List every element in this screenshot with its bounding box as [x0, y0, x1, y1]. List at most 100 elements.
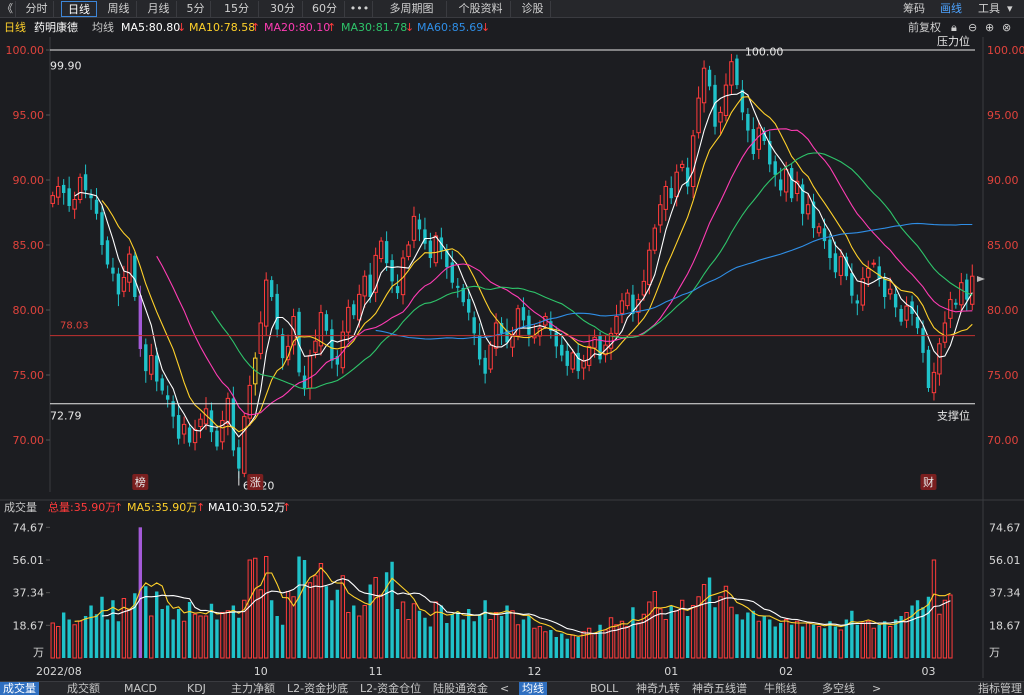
- candle-body: [307, 355, 313, 389]
- candle-body: [77, 176, 83, 200]
- candle-body: [61, 184, 66, 193]
- price-tick-right: 100.00: [987, 44, 1024, 57]
- candle-body: [554, 332, 558, 347]
- tab-kdj[interactable]: KDJ: [187, 682, 206, 695]
- price-tick-right: 80.00: [987, 304, 1019, 317]
- candle-body: [690, 135, 696, 188]
- volume-bar: [822, 628, 827, 658]
- candle-body: [362, 275, 367, 297]
- volume-bar: [701, 584, 707, 659]
- volume-ma5: MA5:35.90万: [127, 501, 198, 514]
- candle-body: [942, 322, 948, 343]
- volume-bar: [800, 626, 805, 658]
- volume-bar: [72, 624, 77, 659]
- volume-bar: [258, 589, 263, 659]
- volume-bar: [549, 630, 553, 658]
- volume-bar: [652, 591, 658, 659]
- volume-bar: [368, 584, 372, 658]
- nav-next-icon[interactable]: >: [872, 682, 881, 695]
- candle-body: [242, 416, 247, 474]
- volume-bar: [833, 626, 838, 658]
- candle-body: [127, 253, 132, 283]
- date-tick-label: 2022/08: [36, 665, 82, 678]
- candle-body: [679, 163, 685, 169]
- price-tick-right: 95.00: [987, 109, 1019, 122]
- volume-bar: [318, 563, 324, 659]
- candle-body: [324, 314, 329, 331]
- volume-bar: [346, 612, 351, 659]
- candle-body: [220, 420, 225, 443]
- nav-prev-icon[interactable]: <: [500, 682, 509, 695]
- tab-long-short[interactable]: 多空线: [822, 682, 855, 695]
- volume-bar: [67, 619, 71, 658]
- volume-title[interactable]: 成交量: [4, 500, 37, 516]
- candle-body: [570, 352, 575, 370]
- tab-ma[interactable]: 均线: [519, 682, 547, 695]
- reference-value-label: 78.03: [60, 321, 89, 332]
- volume-bar: [871, 627, 876, 659]
- candle-body: [56, 186, 61, 198]
- volume-ma5-arrow: ↑: [196, 501, 206, 514]
- volume-bar: [729, 606, 734, 659]
- candle-body: [89, 195, 93, 199]
- candle-body: [652, 227, 658, 251]
- tab-main-net[interactable]: 主力净额: [231, 682, 275, 695]
- tab-l2-bottom[interactable]: L2-资金抄底: [287, 682, 348, 695]
- candle-body: [258, 322, 263, 354]
- volume-bar: [340, 575, 346, 659]
- volume-bar: [105, 619, 110, 658]
- tab-l2-position[interactable]: L2-资金仓位: [360, 682, 421, 695]
- tab-bull-bear[interactable]: 牛熊线: [764, 682, 797, 695]
- candle-body: [428, 240, 433, 258]
- stock-chart[interactable]: 压力位支撑位99.9072.7978.03100.0067.20榜涨财 100.…: [0, 0, 1024, 695]
- candle-body: [773, 161, 777, 175]
- price-tick-left: 70.00: [13, 434, 45, 447]
- volume-bar: [100, 596, 104, 658]
- date-tick-label: 11: [369, 665, 383, 678]
- tab-northbound[interactable]: 陆股通资金: [433, 682, 488, 695]
- candle-body: [625, 292, 630, 307]
- volume-bar: [400, 601, 406, 659]
- tab-boll[interactable]: BOLL: [590, 682, 618, 695]
- candle-body: [390, 260, 394, 282]
- tab-turnover[interactable]: 成交额: [67, 682, 100, 695]
- candle-body: [729, 61, 734, 86]
- candle-body: [926, 349, 931, 388]
- volume-bar: [467, 609, 471, 658]
- volume-bar: [625, 626, 630, 659]
- volume-bar: [735, 614, 739, 658]
- candle-body: [877, 266, 881, 279]
- candle-body: [280, 334, 285, 359]
- candle-body: [855, 300, 860, 304]
- candle-body: [931, 371, 937, 394]
- tab-macd[interactable]: MACD: [124, 682, 157, 695]
- support-label: 支撑位: [937, 409, 970, 423]
- volume-ma10: MA10:30.52万: [208, 501, 286, 514]
- volume-bar: [740, 619, 745, 658]
- candle-body: [707, 69, 712, 87]
- volume-bar: [253, 557, 258, 659]
- indicator-manage-button[interactable]: 指标管理: [978, 682, 1022, 695]
- price-tick-right: 70.00: [987, 434, 1019, 447]
- volume-bar: [352, 605, 356, 658]
- candle-body: [778, 179, 783, 191]
- volume-bar: [237, 617, 241, 658]
- tab-magic-five[interactable]: 神奇五线谱: [692, 682, 747, 695]
- candle-body: [674, 171, 679, 198]
- volume-bar: [783, 619, 789, 659]
- tab-volume[interactable]: 成交量: [0, 682, 39, 695]
- candle-body: [357, 293, 362, 321]
- tab-magic-nine[interactable]: 神奇九转: [636, 682, 680, 695]
- candle-body: [871, 262, 876, 265]
- candle-body: [586, 345, 592, 366]
- candle-body: [50, 195, 55, 204]
- candle-body: [456, 285, 460, 288]
- volume-bar: [198, 615, 203, 659]
- price-tick-left: 85.00: [13, 239, 45, 252]
- candle-body: [904, 305, 909, 321]
- candle-body: [970, 275, 975, 305]
- candle-body: [477, 334, 482, 360]
- candle-body: [515, 308, 521, 337]
- volume-bar: [488, 619, 493, 659]
- volume-unit-right: 万: [989, 646, 1000, 659]
